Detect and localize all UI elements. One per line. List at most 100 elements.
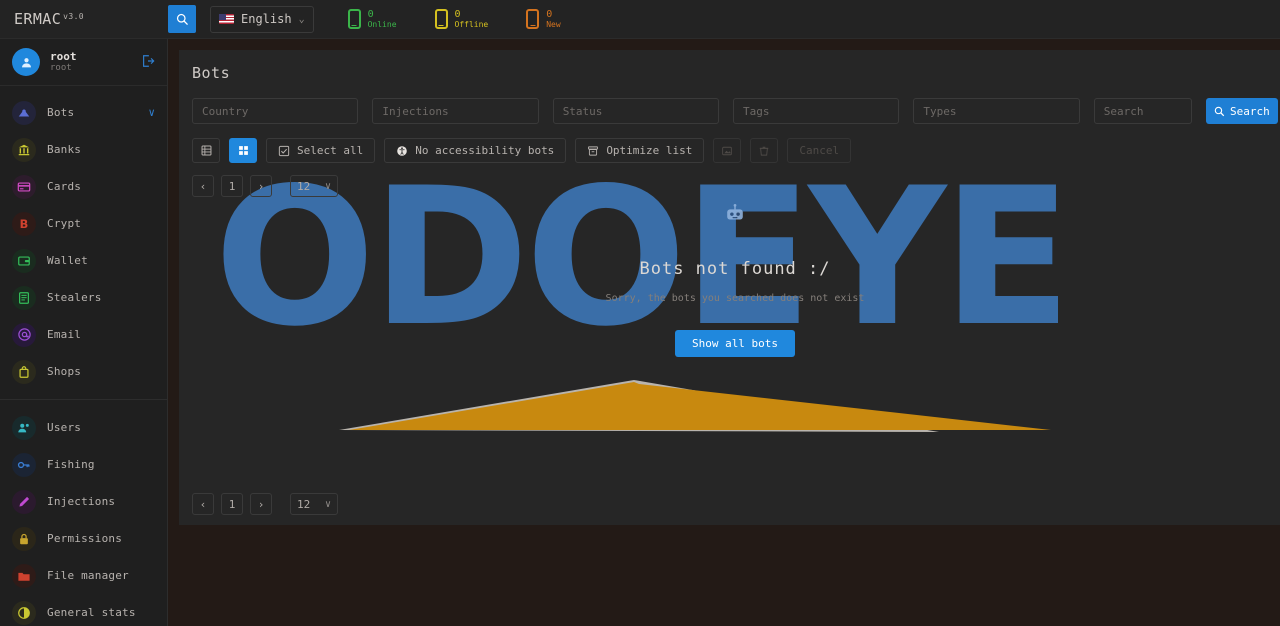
chevron-down-icon: ⌄ [298, 13, 305, 25]
export-button[interactable] [713, 138, 742, 163]
shop-icon [12, 359, 36, 384]
search-button-label: Search [1229, 104, 1270, 118]
sidebar-item-banks[interactable]: Banks [0, 131, 167, 168]
trash-icon [760, 146, 769, 156]
tags-input[interactable]: Tags [733, 98, 900, 124]
stat-new: 0 New [526, 8, 561, 30]
sidebar-item-label: File manager [47, 569, 129, 582]
cancel-label: Cancel [799, 144, 840, 157]
profile-role: root [50, 63, 72, 74]
sidebar-item-label: Email [47, 328, 82, 341]
global-search-button[interactable] [168, 5, 196, 33]
status-input[interactable]: Status [552, 98, 720, 124]
stealer-icon [12, 285, 36, 310]
app-brand: ERMAC v3.0 [0, 10, 168, 28]
export-icon [722, 146, 733, 155]
stat-online-count: 0 [367, 8, 374, 20]
cancel-button[interactable]: Cancel [787, 138, 852, 163]
stat-offline-count: 0 [454, 8, 461, 20]
sidebar-item-injections[interactable]: Injections [0, 483, 167, 520]
sidebar: root root Bots ∨ Banks Cards B Crypt Wal… [0, 39, 168, 626]
country-input[interactable]: Country [192, 98, 359, 124]
chevron-down-icon: ∨ [324, 180, 331, 192]
phone-icon [434, 9, 448, 29]
select-all-label: Select all [297, 144, 364, 157]
delete-button[interactable] [750, 138, 779, 163]
folder-icon [12, 563, 36, 588]
no-accessibility-label: No accessibility bots [415, 144, 555, 157]
flag-us-icon [219, 14, 234, 24]
select-all-button[interactable]: Select all [266, 138, 376, 163]
list-view-button[interactable] [192, 138, 220, 163]
bank-icon [12, 137, 36, 162]
toolbar: Select all No accessibility bots Optimiz… [179, 124, 1280, 163]
wallet-icon [12, 248, 36, 273]
sidebar-item-label: Crypt [47, 217, 82, 230]
bots-panel: ODOEYE Bots Country Injections Status Ta [179, 50, 1280, 525]
sidebar-item-label: Wallet [47, 254, 88, 267]
sidebar-item-users[interactable]: Users [0, 409, 167, 446]
sidebar-item-shops[interactable]: Shops [0, 353, 167, 390]
injections-placeholder: Injections [382, 104, 449, 118]
sidebar-item-fishing[interactable]: Fishing [0, 446, 167, 483]
filter-bar: Country Injections Status Tags Types Sea… [179, 82, 1280, 124]
sidebar-item-file-manager[interactable]: File manager [0, 557, 167, 594]
robot-icon [724, 203, 746, 229]
language-selector[interactable]: English ⌄ [210, 5, 314, 33]
sidebar-item-email[interactable]: Email [0, 316, 167, 353]
sidebar-item-label: General stats [47, 606, 136, 619]
grid-view-icon [238, 146, 248, 155]
sidebar-item-label: Permissions [47, 532, 123, 545]
next-page-button[interactable]: › [250, 175, 272, 197]
status-placeholder: Status [562, 104, 603, 118]
email-icon [12, 322, 36, 347]
logout-icon [143, 54, 155, 67]
bot-stats: 0 Online 0 Offline 0 New [347, 8, 561, 30]
sidebar-item-label: Stealers [47, 291, 102, 304]
phone-icon [526, 9, 540, 29]
card-icon [12, 174, 36, 199]
no-accessibility-bots-button[interactable]: No accessibility bots [384, 138, 567, 163]
page-number-button[interactable]: 1 [221, 175, 243, 197]
injection-icon [12, 489, 36, 514]
sidebar-divider [0, 399, 167, 400]
pie-chart-icon [12, 600, 36, 625]
stat-new-count: 0 [546, 8, 553, 20]
search-icon [176, 13, 188, 25]
brand-name: ERMAC [14, 10, 62, 28]
pagination-top: ‹ 1 › 12 ∨ [179, 163, 1280, 197]
checkbox-icon [278, 145, 290, 156]
sidebar-item-stealers[interactable]: Stealers [0, 279, 167, 316]
sidebar-item-crypt[interactable]: B Crypt [0, 205, 167, 242]
logout-button[interactable] [141, 53, 155, 72]
show-all-bots-button[interactable]: Show all bots [674, 330, 796, 357]
page-title: Bots [192, 64, 231, 82]
main-content: ODOEYE Bots Country Injections Status Ta [168, 39, 1280, 626]
sidebar-item-label: Injections [47, 495, 116, 508]
search-button[interactable]: Search [1205, 98, 1278, 124]
list-view-icon [201, 145, 211, 156]
sidebar-item-cards[interactable]: Cards [0, 168, 167, 205]
bots-icon [12, 100, 36, 125]
injections-input[interactable]: Injections [372, 98, 539, 124]
types-input[interactable]: Types [913, 98, 1080, 124]
sidebar-item-permissions[interactable]: Permissions [0, 520, 167, 557]
search-input[interactable]: Search [1093, 98, 1192, 124]
prev-page-button[interactable]: ‹ [192, 175, 214, 197]
sidebar-item-bots[interactable]: Bots ∨ [0, 94, 167, 131]
sidebar-item-label: Shops [47, 365, 82, 378]
optimize-list-button[interactable]: Optimize list [575, 138, 705, 163]
key-icon [12, 452, 36, 477]
users-icon [12, 415, 36, 440]
stat-new-label: New [546, 20, 561, 30]
sidebar-item-wallet[interactable]: Wallet [0, 242, 167, 279]
search-placeholder: Search [1103, 104, 1144, 118]
grid-view-button[interactable] [229, 138, 257, 163]
stat-online: 0 Online [347, 8, 397, 30]
per-page-select[interactable]: 12 ∨ [290, 175, 338, 197]
optimize-list-label: Optimize list [606, 144, 693, 157]
user-profile[interactable]: root root [0, 39, 167, 86]
svg-text:B: B [20, 217, 29, 231]
country-placeholder: Country [202, 104, 249, 118]
sidebar-item-general-stats[interactable]: General stats [0, 594, 167, 626]
